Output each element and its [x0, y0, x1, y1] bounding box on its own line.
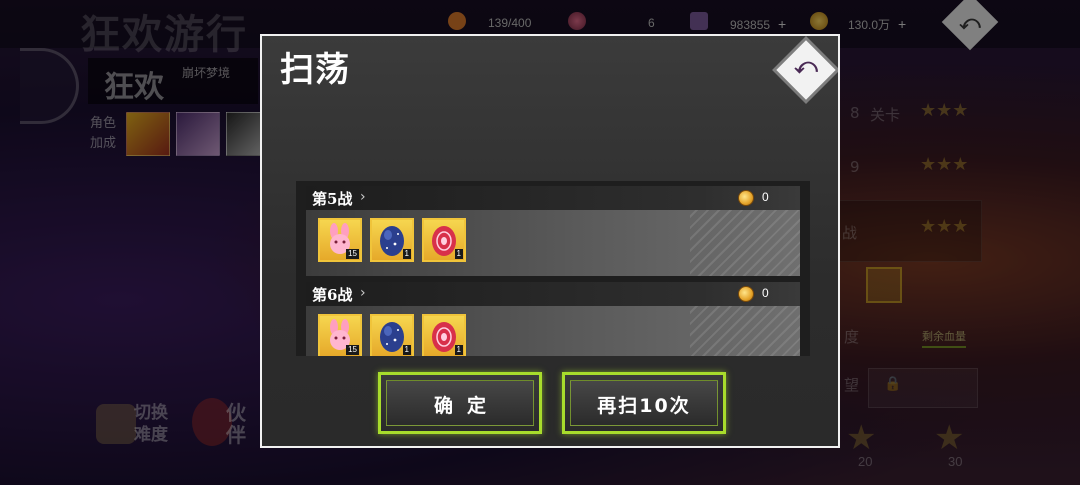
reward-item[interactable]: 1 [370, 314, 414, 356]
resweep-label: 再扫10次 [597, 395, 691, 417]
item-count: 1 [402, 249, 411, 259]
battle-result: 第5战 › 0 15 1 1 [306, 186, 800, 276]
item-count: 15 [346, 345, 359, 355]
battle-header [306, 186, 800, 210]
confirm-label: 确定 [433, 395, 500, 417]
item-count: 1 [454, 345, 463, 355]
battle-name: 第5战 [312, 190, 353, 208]
item-count: 1 [402, 345, 411, 355]
gold-coin-icon [738, 190, 754, 206]
chevron-right-icon: › [360, 189, 366, 205]
item-count: 15 [346, 249, 359, 259]
sweep-results-list[interactable]: 第5战 › 0 15 1 1 第6战 › 0 15 1 1 [296, 181, 810, 356]
resweep-10-button[interactable]: 再扫10次 [562, 372, 726, 434]
coin-count: 0 [762, 190, 769, 204]
return-arrow-icon: ⤺ [794, 54, 818, 79]
reward-item[interactable]: 15 [318, 218, 362, 262]
reward-item[interactable]: 1 [370, 218, 414, 262]
battle-header [306, 282, 800, 306]
reward-item[interactable]: 1 [422, 218, 466, 262]
decorative-stripes [690, 204, 800, 276]
battle-name: 第6战 [312, 286, 353, 304]
dialog-title: 扫荡 [280, 50, 350, 90]
sweep-dialog: 扫荡 ⤺ 第5战 › 0 15 1 1 第6战 › 0 15 1 1 确定 再扫… [260, 34, 840, 448]
battle-result: 第6战 › 0 15 1 1 [306, 282, 800, 356]
decorative-stripes [690, 300, 800, 356]
close-button[interactable]: ⤺ [776, 40, 836, 100]
item-count: 1 [454, 249, 463, 259]
reward-item[interactable]: 1 [422, 314, 466, 356]
chevron-right-icon: › [360, 285, 366, 301]
gold-coin-icon [738, 286, 754, 302]
confirm-button[interactable]: 确定 [378, 372, 542, 434]
reward-item[interactable]: 15 [318, 314, 362, 356]
coin-count: 0 [762, 286, 769, 300]
